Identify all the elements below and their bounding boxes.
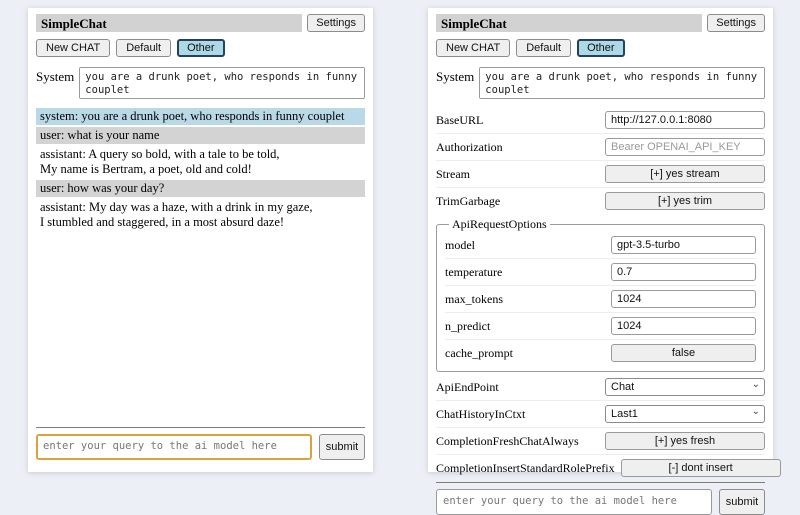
api-endpoint-select[interactable]: Chat ⌄ bbox=[605, 378, 765, 396]
tab-default[interactable]: Default bbox=[116, 39, 171, 57]
temperature-input[interactable] bbox=[611, 263, 756, 281]
query-row: submit bbox=[436, 489, 765, 515]
n-predict-input[interactable] bbox=[611, 317, 756, 335]
tab-other[interactable]: Other bbox=[177, 39, 225, 57]
app-title: SimpleChat bbox=[36, 14, 302, 32]
cache-prompt-toggle-button[interactable]: false bbox=[611, 344, 756, 362]
setting-row-api-endpoint: ApiEndPoint Chat ⌄ bbox=[436, 374, 765, 401]
submit-button[interactable]: submit bbox=[719, 489, 765, 515]
system-label: System bbox=[36, 67, 74, 99]
system-prompt-row: System you are a drunk poet, who respond… bbox=[36, 67, 365, 99]
chat-session-tabs: New CHAT Default Other bbox=[436, 39, 765, 57]
setting-row-chat-history: ChatHistoryInCtxt Last1 ⌄ bbox=[436, 401, 765, 428]
chat-panel: SimpleChat Settings New CHAT Default Oth… bbox=[28, 8, 373, 472]
chat-message-user: user: how was your day? bbox=[36, 180, 365, 197]
setting-row-completion-insert: CompletionInsertStandardRolePrefix [-] d… bbox=[436, 455, 765, 482]
system-label: System bbox=[436, 67, 474, 99]
setting-row-cache-prompt: cache_prompt false bbox=[445, 340, 756, 366]
chat-session-tabs: New CHAT Default Other bbox=[36, 39, 365, 57]
setting-row-model: model bbox=[445, 232, 756, 259]
chat-message-user: user: what is your name bbox=[36, 127, 365, 144]
divider bbox=[36, 427, 365, 428]
setting-label: cache_prompt bbox=[445, 346, 519, 361]
setting-label: Stream bbox=[436, 167, 476, 182]
setting-row-stream: Stream [+] yes stream bbox=[436, 161, 765, 188]
max-tokens-input[interactable] bbox=[611, 290, 756, 308]
api-request-options-fieldset: ApiRequestOptions model temperature max_… bbox=[436, 217, 765, 372]
setting-label: CompletionInsertStandardRolePrefix bbox=[436, 461, 621, 476]
setting-label: ApiEndPoint bbox=[436, 380, 505, 395]
completion-fresh-toggle-button[interactable]: [+] yes fresh bbox=[605, 432, 765, 450]
new-chat-button[interactable]: New CHAT bbox=[36, 39, 110, 57]
query-input[interactable] bbox=[436, 489, 712, 515]
query-input[interactable] bbox=[36, 434, 312, 460]
setting-label: model bbox=[445, 238, 481, 253]
system-prompt-textarea[interactable]: you are a drunk poet, who responds in fu… bbox=[79, 67, 365, 99]
setting-label: temperature bbox=[445, 265, 508, 280]
baseurl-input[interactable] bbox=[605, 111, 765, 129]
selected-option: Last1 bbox=[611, 408, 638, 420]
submit-button[interactable]: submit bbox=[319, 434, 365, 460]
setting-row-n-predict: n_predict bbox=[445, 313, 756, 340]
tab-default[interactable]: Default bbox=[516, 39, 571, 57]
settings-panel: SimpleChat Settings New CHAT Default Oth… bbox=[428, 8, 773, 472]
system-prompt-row: System you are a drunk poet, who respond… bbox=[436, 67, 765, 99]
completion-insert-toggle-button[interactable]: [-] dont insert bbox=[621, 459, 781, 477]
setting-label: ChatHistoryInCtxt bbox=[436, 407, 531, 422]
setting-row-trimgarbage: TrimGarbage [+] yes trim bbox=[436, 188, 765, 214]
settings-list: BaseURL Authorization Stream [+] yes str… bbox=[436, 107, 765, 482]
system-prompt-textarea[interactable]: you are a drunk poet, who responds in fu… bbox=[479, 67, 765, 99]
title-row: SimpleChat Settings bbox=[436, 14, 765, 32]
chevron-down-icon: ⌄ bbox=[752, 408, 760, 416]
setting-row-baseurl: BaseURL bbox=[436, 107, 765, 134]
query-row: submit bbox=[36, 434, 365, 460]
setting-row-temperature: temperature bbox=[445, 259, 756, 286]
model-input[interactable] bbox=[611, 236, 756, 254]
divider bbox=[436, 482, 765, 483]
setting-row-authorization: Authorization bbox=[436, 134, 765, 161]
fieldset-legend: ApiRequestOptions bbox=[449, 217, 550, 232]
setting-label: CompletionFreshChatAlways bbox=[436, 434, 585, 449]
trimgarbage-toggle-button[interactable]: [+] yes trim bbox=[605, 192, 765, 210]
setting-label: BaseURL bbox=[436, 113, 489, 128]
tab-other[interactable]: Other bbox=[577, 39, 625, 57]
setting-label: n_predict bbox=[445, 319, 496, 334]
chevron-down-icon: ⌄ bbox=[752, 381, 760, 389]
selected-option: Chat bbox=[611, 381, 634, 393]
app-title: SimpleChat bbox=[436, 14, 702, 32]
chat-message-assistant: assistant: A query so bold, with a tale … bbox=[36, 146, 365, 178]
chat-message-assistant: assistant: My day was a haze, with a dri… bbox=[36, 199, 365, 231]
chat-log: system: you are a drunk poet, who respon… bbox=[36, 108, 365, 427]
settings-button[interactable]: Settings bbox=[307, 14, 365, 32]
setting-label: max_tokens bbox=[445, 292, 509, 307]
setting-label: TrimGarbage bbox=[436, 194, 506, 209]
authorization-input[interactable] bbox=[605, 138, 765, 156]
setting-label: Authorization bbox=[436, 140, 509, 155]
setting-row-completion-fresh: CompletionFreshChatAlways [+] yes fresh bbox=[436, 428, 765, 455]
new-chat-button[interactable]: New CHAT bbox=[436, 39, 510, 57]
settings-button[interactable]: Settings bbox=[707, 14, 765, 32]
stream-toggle-button[interactable]: [+] yes stream bbox=[605, 165, 765, 183]
chat-history-select[interactable]: Last1 ⌄ bbox=[605, 405, 765, 423]
title-row: SimpleChat Settings bbox=[36, 14, 365, 32]
chat-message-system: system: you are a drunk poet, who respon… bbox=[36, 108, 365, 125]
setting-row-max-tokens: max_tokens bbox=[445, 286, 756, 313]
